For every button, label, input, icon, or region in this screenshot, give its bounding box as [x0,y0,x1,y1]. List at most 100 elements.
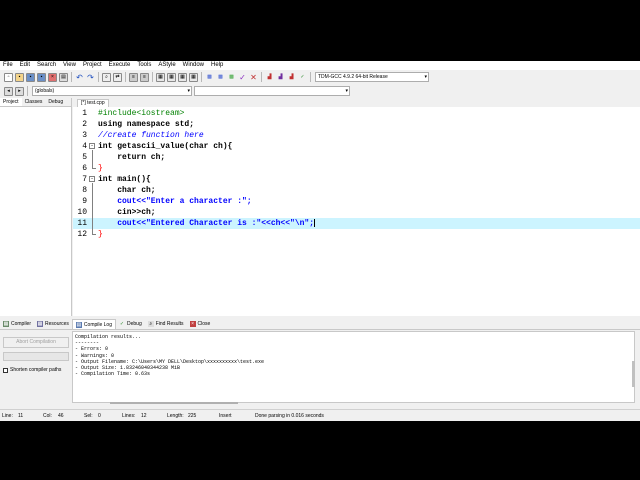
bottom-panel-tabs: ▦ Compiler ▦ Resources ▤ Compile Log ✓ D… [0,319,640,330]
code-text: char ch; [98,186,156,195]
undo-icon[interactable]: ↶ [75,73,84,82]
find-icon[interactable]: ⌕ [102,72,111,82]
code-text: } [98,230,103,239]
fold-collapse-icon[interactable]: - [89,176,95,182]
fold-collapse-icon[interactable]: - [89,143,95,149]
log-horizontal-scrollbar[interactable] [110,402,238,404]
code-line: 8 char ch; [73,185,640,196]
scope-select[interactable]: (globals) ▾ [32,86,192,96]
code-line: 12 } [73,229,640,240]
code-line: 7 - int main(){ [73,174,640,185]
shorten-paths-option[interactable]: Shorten compiler paths [3,367,61,373]
compiler-select[interactable]: TDM-GCC 4.9.2 64-bit Release ▾ [315,72,429,82]
line-number: 12 [77,230,87,239]
status-length-value: 225 [188,413,197,419]
code-text: return ch; [98,153,166,162]
replace-icon[interactable]: ⇄ [113,72,122,82]
log-vertical-scrollbar[interactable] [632,361,635,387]
goto-back-icon[interactable]: ◂ [4,86,13,96]
menu-edit[interactable]: Edit [17,61,34,70]
tab-classes[interactable]: Classes [22,98,46,106]
compile-log-icon: ▤ [75,321,82,328]
editor-tab-strip: [*] test.cpp [73,98,640,107]
status-line-label: Line: [2,413,13,419]
new-file-icon[interactable]: ▫ [4,72,13,82]
redo-icon[interactable]: ↷ [86,73,95,82]
current-line-text: cout<<"Entered Character is :"<<ch<<"\n"… [98,219,315,228]
check-syntax-icon[interactable]: ✓ [238,73,247,82]
line-number: 4 [82,142,87,151]
text-caret [314,218,316,227]
grid-view-icon[interactable]: ▦ [156,72,165,82]
delete-profile-icon[interactable]: ▟ [287,73,296,82]
menu-window[interactable]: Window [180,61,208,70]
devcpp-window: File Edit Search View Project Execute To… [0,61,640,421]
main-toolbar: ▫ ▪ ▪ ▪ × ▤ ↶ ↷ ⌕ ⇄ ≡ ≡ ▦ ▦ ▦ ▦ ▩ ▩ ▩ ✓ … [0,70,640,84]
tab-debug[interactable]: Debug [45,98,66,106]
indent-icon[interactable]: ≡ [129,72,138,82]
status-line-value: 11 [18,413,24,419]
tab-resources[interactable]: ▦ Resources [34,319,72,329]
compile-log-output[interactable]: Compilation results... -------- - Errors… [72,331,635,403]
log-line: - Compilation Time: 0.63s [75,371,151,378]
save-icon[interactable]: ▪ [26,72,35,82]
tab-project[interactable]: Project [0,98,22,106]
bookmark-icon[interactable]: ▸ [15,86,24,96]
code-editor[interactable]: 1 #include<iostream> 2 using namespace s… [73,107,640,316]
abort-compilation-button[interactable]: Abort Compilation [3,337,69,348]
code-text: using namespace std; [98,120,195,129]
shorten-paths-checkbox[interactable] [3,367,8,373]
rebuild-all-icon[interactable]: ✕ [249,73,258,82]
chevron-down-icon: ▾ [424,74,427,80]
line-number: 8 [82,186,87,195]
status-sel-value: 0 [98,413,101,419]
menu-astyle[interactable]: AStyle [155,61,179,70]
tab-compile-log[interactable]: ▤ Compile Log [71,319,116,329]
line-number: 7 [82,175,87,184]
close-file-icon[interactable]: × [48,72,57,82]
add-project-icon[interactable]: ▦ [178,72,187,82]
chart-icon[interactable]: ▟ [265,73,274,82]
compile-run-icon[interactable]: ▩ [227,73,236,82]
status-lines-label: Lines: [122,413,136,419]
debug-icon[interactable]: ✓ [298,73,307,82]
fold-guide [92,183,93,234]
compiler-icon: ▦ [3,321,9,327]
print-icon[interactable]: ▤ [59,72,68,82]
code-text: cout<<"Entered Character is :"<<ch<<"\n"… [98,218,316,229]
tab-test-cpp[interactable]: [*] test.cpp [77,99,109,107]
code-text: int main(){ [98,175,151,184]
project-browser-panel: Project Classes Debug [0,98,72,316]
resources-icon: ▦ [37,321,44,327]
menu-file[interactable]: File [0,61,17,70]
save-all-icon[interactable]: ▪ [37,72,46,82]
tab-compiler[interactable]: ▦ Compiler [0,319,34,329]
member-select[interactable]: ▾ [194,86,350,96]
tab-debug-bottom[interactable]: ✓ Debug [116,319,145,329]
menu-tools[interactable]: Tools [134,61,155,70]
menu-view[interactable]: View [60,61,80,70]
remove-project-icon[interactable]: ▦ [189,72,198,82]
profile-icon[interactable]: ▟ [276,73,285,82]
status-length-label: Length: [167,413,184,419]
compile-icon[interactable]: ▩ [205,73,214,82]
unindent-icon[interactable]: ≡ [140,72,149,82]
menu-search[interactable]: Search [34,61,60,70]
tab-close[interactable]: × Close [187,319,214,329]
menu-execute[interactable]: Execute [106,61,135,70]
tab-compile-log-label: Compile Log [83,321,112,328]
find-results-icon: ⌕ [147,321,154,327]
scope-select-value: (globals) [35,88,55,94]
toolbar-separator [152,72,153,82]
fold-guide [92,150,93,168]
open-file-icon[interactable]: ▪ [15,72,24,82]
menu-project[interactable]: Project [80,61,106,70]
line-number: 9 [82,197,87,206]
run-icon[interactable]: ▩ [216,73,225,82]
code-line: 9 cout<<"Enter a character :"; [73,196,640,207]
project-view-icon[interactable]: ▦ [167,72,176,82]
compiler-controls: Abort Compilation Shorten compiler paths [0,331,72,401]
toolbar-separator [201,72,202,82]
tab-find-results[interactable]: ⌕ Find Results [145,319,187,329]
menu-help[interactable]: Help [208,61,227,70]
